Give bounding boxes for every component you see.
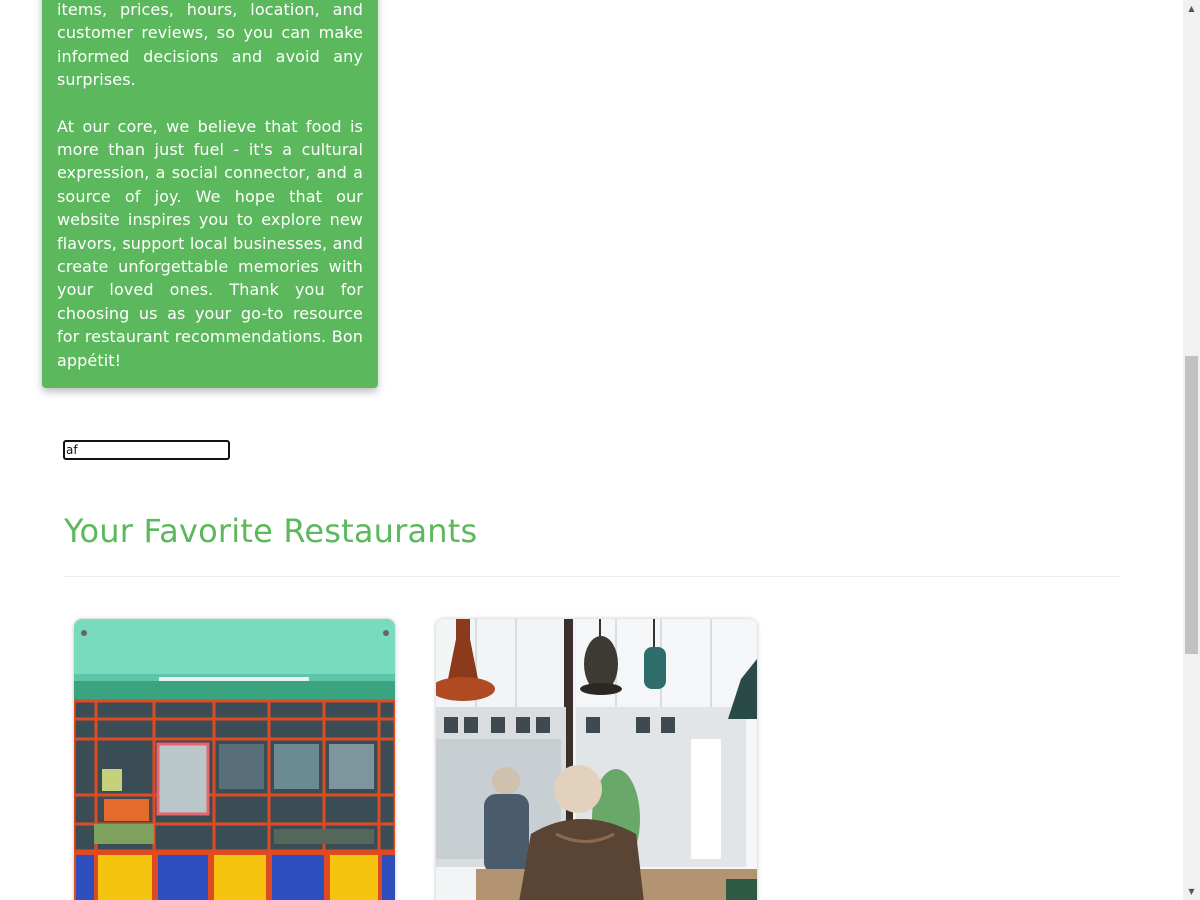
restaurant-card[interactable] (436, 619, 757, 900)
colorful-storefront-image (74, 619, 395, 900)
cafe-interior-image (436, 619, 757, 900)
restaurant-card[interactable] (74, 619, 395, 900)
scroll-down-icon[interactable]: ▼ (1183, 883, 1200, 900)
about-paragraph-2: At our core, we believe that food is mor… (57, 116, 363, 370)
about-paragraph-1: items, prices, hours, location, and cust… (57, 0, 363, 90)
scrollbar-thumb[interactable] (1185, 356, 1198, 654)
scrollbar[interactable]: ▲ ▼ (1183, 0, 1200, 900)
section-divider (64, 576, 1119, 577)
favorites-title: Your Favorite Restaurants (64, 512, 478, 550)
scroll-up-icon[interactable]: ▲ (1183, 0, 1200, 17)
about-card: items, prices, hours, location, and cust… (42, 0, 378, 388)
search-input[interactable] (63, 440, 230, 460)
page: items, prices, hours, location, and cust… (0, 0, 1200, 900)
